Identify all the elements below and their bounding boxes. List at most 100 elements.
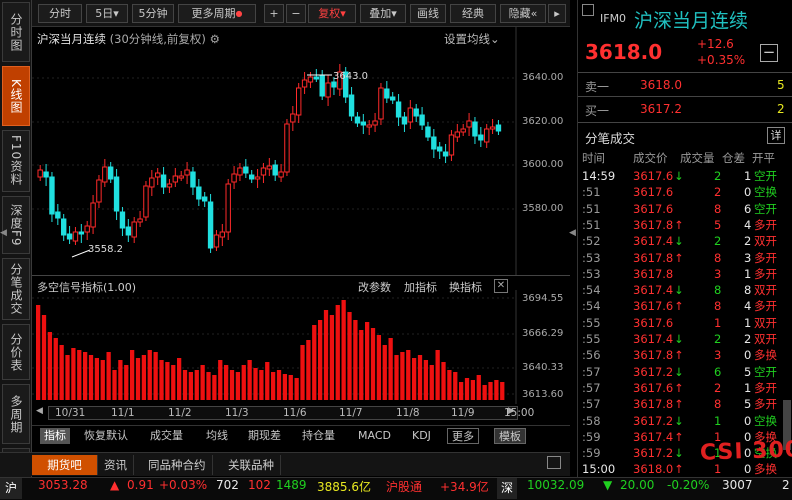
sh-index-value: 3053.28 [38, 478, 88, 492]
trade-time: 14:59 [582, 169, 616, 183]
last-price: 3618.0 [585, 40, 663, 64]
hide-label: 隐藏 [508, 7, 531, 20]
tab-open-interest[interactable]: 持仓量 [298, 428, 339, 444]
tab-tick-trades[interactable]: 分笔成交 [2, 258, 30, 320]
tab-f10[interactable]: F10资料 [2, 130, 30, 192]
timeshare-button[interactable]: 分时 [38, 4, 82, 23]
tab-indicator[interactable]: 指标 [40, 428, 70, 444]
divider [578, 72, 792, 73]
indicator-bar [429, 365, 434, 400]
trade-price: 3617.6 [633, 201, 674, 216]
tab-kdj[interactable]: KDJ [408, 428, 435, 444]
detail-button[interactable]: 详 [767, 127, 785, 144]
tab-timeshare[interactable]: 分时图 [2, 2, 30, 62]
classic-button[interactable]: 经典 [450, 4, 496, 23]
kline-chart[interactable] [32, 27, 570, 275]
indicator-bar [306, 340, 311, 400]
sh-index-label[interactable]: 沪 [0, 478, 22, 499]
candle [296, 87, 302, 116]
collapse-right-icon[interactable]: ◀ [569, 228, 576, 238]
trade-volume: 5 [714, 217, 722, 232]
trade-price: 3617.8 [633, 397, 674, 412]
trade-oi-diff: 0 [744, 348, 752, 363]
tab-template[interactable]: 模板 [494, 428, 526, 444]
tab-macd[interactable]: MACD [354, 428, 395, 444]
scroll-left-icon[interactable]: ◀ [36, 406, 46, 420]
trade-oi-diff: 0 [744, 413, 752, 428]
trade-oi-diff: 2 [744, 332, 752, 346]
indicator-bar [382, 345, 387, 400]
overlay-select[interactable]: 叠加▾ [360, 4, 406, 23]
maximize-icon[interactable] [547, 456, 561, 469]
candle [378, 87, 384, 120]
trade-time: :51 [582, 201, 601, 216]
tab-futures-forum[interactable]: 期货吧 [32, 455, 98, 475]
trade-time: 15:00 [582, 462, 616, 477]
trade-open-close: 空开 [754, 201, 777, 216]
indicator-bar [329, 315, 335, 400]
set-ma-button[interactable]: 设置均线⌄ [444, 31, 500, 47]
hgt-label: 沪股通 [386, 480, 423, 494]
candle [413, 108, 419, 117]
indicator-bar [488, 382, 493, 400]
trade-oi-diff: 1 [744, 315, 752, 330]
tab-reset-default[interactable]: 恢复默认 [80, 428, 132, 444]
y-tick-3620: 3620.00 [522, 116, 564, 127]
trade-volume: 2 [714, 185, 722, 200]
tab-more[interactable]: 更多 [447, 428, 479, 444]
checkbox-icon[interactable] [582, 4, 594, 16]
tab-multi-period[interactable]: 多周期 [2, 384, 30, 444]
tab-basis[interactable]: 期现差 [244, 428, 285, 444]
sz-volume: 3007 [722, 478, 753, 492]
trade-oi-diff: 5 [744, 364, 752, 379]
indicator-bar [247, 360, 252, 400]
zoom-out-button[interactable]: − [286, 4, 306, 23]
tab-same-contracts[interactable]: 同品种合约 [142, 455, 213, 475]
tab-volume[interactable]: 成交量 [146, 428, 187, 444]
zoom-in-button[interactable]: + [264, 4, 284, 23]
tab-depth[interactable]: 深度F9 [2, 196, 30, 254]
fuquan-select[interactable]: 复权▾ [308, 4, 356, 23]
five-day-select[interactable]: 5日▾ [86, 4, 128, 23]
tab-kline[interactable]: K线图 [2, 66, 30, 126]
tab-price-table[interactable]: 分价表 [2, 324, 30, 380]
tab-ma[interactable]: 均线 [202, 428, 232, 444]
hide-button[interactable]: 隐藏« [500, 4, 546, 23]
trade-arrow-icon: ↓ [674, 332, 684, 346]
double-chevron-icon: « [530, 7, 538, 20]
trade-arrow-icon: ↓ [674, 364, 684, 379]
kline-gridlines [32, 27, 517, 275]
candle [266, 165, 273, 170]
trade-price: 3617.8 [633, 250, 674, 265]
chart-title-name: 沪深当月连续 [37, 32, 106, 46]
indicator-bar [153, 352, 158, 400]
indicator-bar [470, 380, 476, 400]
candle [202, 196, 208, 202]
bid-label: 买一 [585, 104, 610, 118]
sz-index-value: 10032.09 [527, 478, 585, 492]
red-dot-icon: ● [235, 9, 243, 18]
candle [66, 233, 73, 240]
indicator-bar [312, 325, 317, 400]
indicator-bar [335, 305, 340, 400]
five-min-button[interactable]: 5分钟 [132, 4, 174, 23]
sz-index-label[interactable]: 深 [497, 478, 517, 499]
trade-price: 3617.4 [633, 332, 674, 346]
remove-watch-button[interactable]: − [760, 44, 778, 62]
candle [313, 76, 320, 80]
more-arrow-icon[interactable]: ▸ [548, 4, 566, 23]
candle [448, 134, 455, 156]
gear-icon[interactable]: ⚙ [210, 32, 220, 46]
collapse-left-icon[interactable]: ◀ [0, 228, 7, 242]
trade-open-close: 空换 [754, 413, 777, 428]
draw-line-button[interactable]: 画线 [410, 4, 446, 23]
indicator-bar [88, 355, 94, 400]
more-period-select[interactable]: 更多周期● [178, 4, 256, 23]
candle [219, 231, 226, 238]
indicator-bar [53, 338, 58, 400]
high-price-label: 3643.0 [333, 71, 368, 82]
indicator-chart[interactable] [32, 290, 570, 404]
tab-related[interactable]: 关联品种 [222, 455, 281, 475]
candle [260, 167, 267, 176]
tab-news[interactable]: 资讯 [98, 455, 134, 475]
